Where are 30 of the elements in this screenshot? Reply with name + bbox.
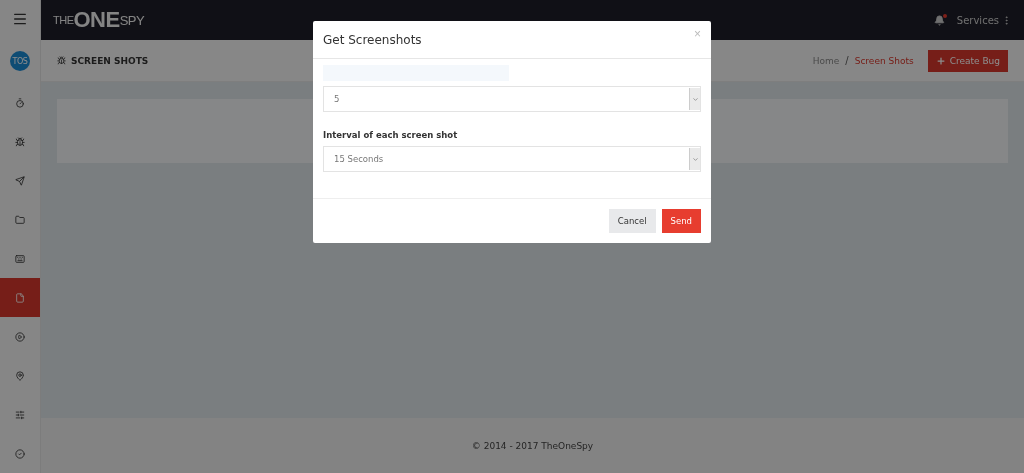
- cancel-button[interactable]: Cancel: [608, 209, 656, 233]
- breadcrumb-link[interactable]: Screen Shots: [854, 55, 914, 66]
- field-label: Interval of each screen shot: [323, 130, 459, 140]
- services-menu[interactable]: Services: [956, 14, 1012, 26]
- timer-icon: [15, 98, 25, 109]
- bell-icon[interactable]: [933, 14, 945, 26]
- keyboard-icon: [15, 253, 25, 264]
- page-title: SCREEN SHOTS: [71, 55, 149, 66]
- send-button[interactable]: Send: [661, 209, 701, 233]
- map-pin-icon: [15, 370, 25, 381]
- create-bug-button[interactable]: Create Bug: [927, 49, 1008, 72]
- modal-title: Get Screenshots: [323, 32, 422, 47]
- play-icon: [15, 331, 25, 342]
- footer-text: © 2014 - 2017 TheOneSpy: [471, 440, 594, 451]
- avatar[interactable]: TOS: [10, 51, 30, 72]
- sidebar-item[interactable]: [0, 278, 40, 318]
- breadcrumb-link[interactable]: Home: [812, 55, 840, 66]
- sliders-icon: [15, 409, 25, 420]
- chevron-down-icon: [691, 95, 699, 103]
- plus-icon: [935, 55, 946, 66]
- select-field[interactable]: 5: [323, 86, 701, 112]
- breadcrumb-separator: /: [845, 55, 849, 66]
- check-circle-icon: [15, 448, 25, 459]
- chevron-down-icon: [691, 155, 699, 163]
- send-icon: [15, 176, 25, 187]
- bug-icon: [57, 56, 66, 65]
- file-icon: [15, 292, 25, 303]
- bug-icon: [15, 137, 25, 148]
- select-field[interactable]: 15 Seconds: [323, 146, 701, 172]
- folder-icon: [15, 215, 25, 226]
